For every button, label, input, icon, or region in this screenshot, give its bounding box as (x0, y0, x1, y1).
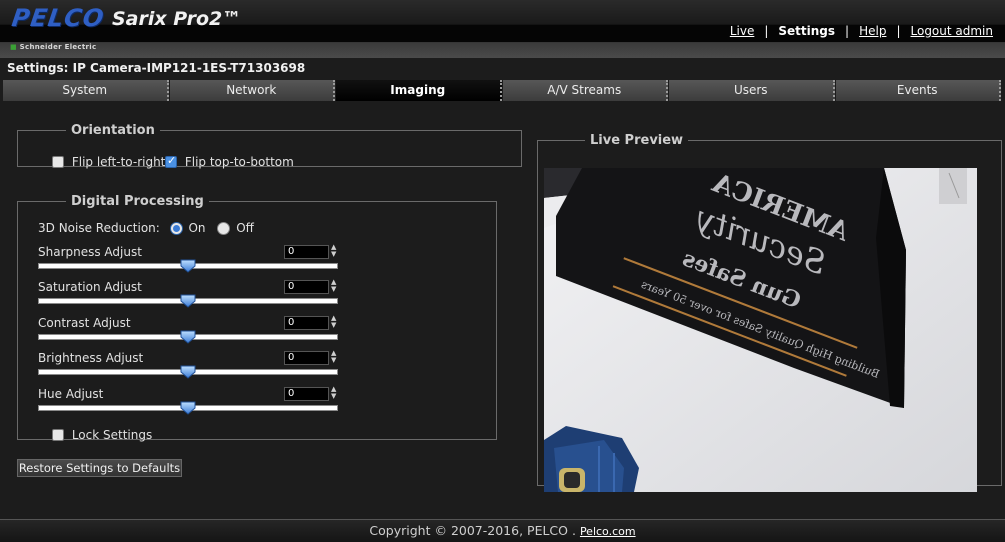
flip-left-to-right-label: Flip left-to-right (71, 154, 166, 169)
flip-left-to-right-checkbox[interactable] (52, 155, 64, 168)
flip-top-to-bottom-label: Flip top-to-bottom (184, 154, 294, 169)
restore-defaults-button[interactable]: Restore Settings to Defaults (17, 459, 182, 477)
nav-separator: | (896, 24, 901, 38)
flip-top-to-bottom-checkbox[interactable] (165, 154, 177, 168)
sharpness-slider-handle[interactable] (180, 259, 196, 273)
top-navigation: Live | Settings | Help | Logout admin (730, 24, 993, 38)
nav-help-link[interactable]: Help (859, 24, 886, 38)
brightness-value-input[interactable]: 0 (284, 351, 329, 365)
sharpness-label: Sharpness Adjust (38, 245, 142, 259)
nav-settings-link[interactable]: Settings (778, 24, 835, 38)
noise-reduction-on-radio[interactable] (169, 222, 183, 235)
hue-spinner[interactable]: ▲ ▼ (331, 386, 339, 400)
contrast-slider-handle[interactable] (180, 330, 196, 344)
hue-label: Hue Adjust (38, 387, 104, 401)
noise-reduction-on-label: On (188, 221, 206, 235)
header-bar: PELCO Sarix Pro2™ ■ Schneider Electric L… (0, 0, 1005, 58)
camera-frame-image: AMERICA Security Gun Safes Building High… (544, 168, 977, 492)
nav-separator: | (845, 24, 850, 38)
sharpness-spinner[interactable]: ▲ ▼ (331, 244, 339, 258)
noise-reduction-off-radio[interactable] (217, 222, 231, 235)
nav-live-link[interactable]: Live (730, 24, 755, 38)
nav-separator: | (764, 24, 769, 38)
hue-slider-handle[interactable] (180, 401, 196, 415)
pelco-logo: PELCO (10, 4, 107, 32)
contrast-spinner[interactable]: ▲ ▼ (331, 315, 339, 329)
tab-av-streams[interactable]: A/V Streams (502, 80, 668, 101)
tab-events[interactable]: Events (835, 80, 1001, 101)
brightness-spinner[interactable]: ▲ ▼ (331, 350, 339, 364)
saturation-label: Saturation Adjust (38, 280, 142, 294)
saturation-value-input[interactable]: 0 (284, 280, 329, 294)
live-preview-legend: Live Preview (590, 133, 684, 148)
noise-reduction-label: 3D Noise Reduction: (38, 221, 160, 235)
brightness-slider-handle[interactable] (180, 365, 196, 379)
pelco-website-link[interactable]: Pelco.com (580, 525, 636, 538)
contrast-value-input[interactable]: 0 (284, 316, 329, 330)
saturation-slider-handle[interactable] (180, 294, 196, 308)
orientation-group: Orientation Flip left-to-right Flip top-… (17, 123, 522, 169)
digital-processing-legend: Digital Processing (71, 194, 204, 209)
settings-tabs: System Network Imaging A/V Streams Users… (3, 80, 1002, 101)
brightness-label: Brightness Adjust (38, 351, 144, 365)
lock-settings-label: Lock Settings (71, 427, 153, 442)
orientation-legend: Orientation (71, 123, 155, 138)
contrast-label: Contrast Adjust (38, 316, 131, 330)
tab-users[interactable]: Users (669, 80, 835, 101)
digital-processing-group: Digital Processing 3D Noise Reduction: O… (17, 194, 497, 442)
tab-system[interactable]: System (3, 80, 169, 101)
tab-imaging[interactable]: Imaging (336, 80, 502, 101)
lock-settings-checkbox[interactable] (52, 428, 64, 441)
tab-network[interactable]: Network (169, 80, 335, 101)
schneider-electric-logo: ■ Schneider Electric (10, 43, 97, 51)
sharpness-value-input[interactable]: 0 (284, 245, 329, 259)
hue-value-input[interactable]: 0 (284, 387, 329, 401)
footer: Copyright © 2007-2016, PELCO . Pelco.com (0, 519, 1005, 542)
nav-logout-link[interactable]: Logout admin (911, 24, 994, 38)
copyright-text: Copyright © 2007-2016, PELCO . (369, 523, 576, 538)
live-preview-group: Live Preview AMERICA Security Gun Safes … (537, 133, 1002, 492)
saturation-spinner[interactable]: ▲ ▼ (331, 279, 339, 293)
noise-reduction-off-label: Off (236, 221, 254, 235)
live-preview-video[interactable]: AMERICA Security Gun Safes Building High… (544, 168, 977, 492)
product-name: Sarix Pro2™ (112, 8, 242, 30)
imaging-panel: Orientation Flip left-to-right Flip top-… (2, 103, 1003, 518)
settings-title: Settings: IP Camera-IMP121-1ES-T71303698 (7, 61, 306, 75)
